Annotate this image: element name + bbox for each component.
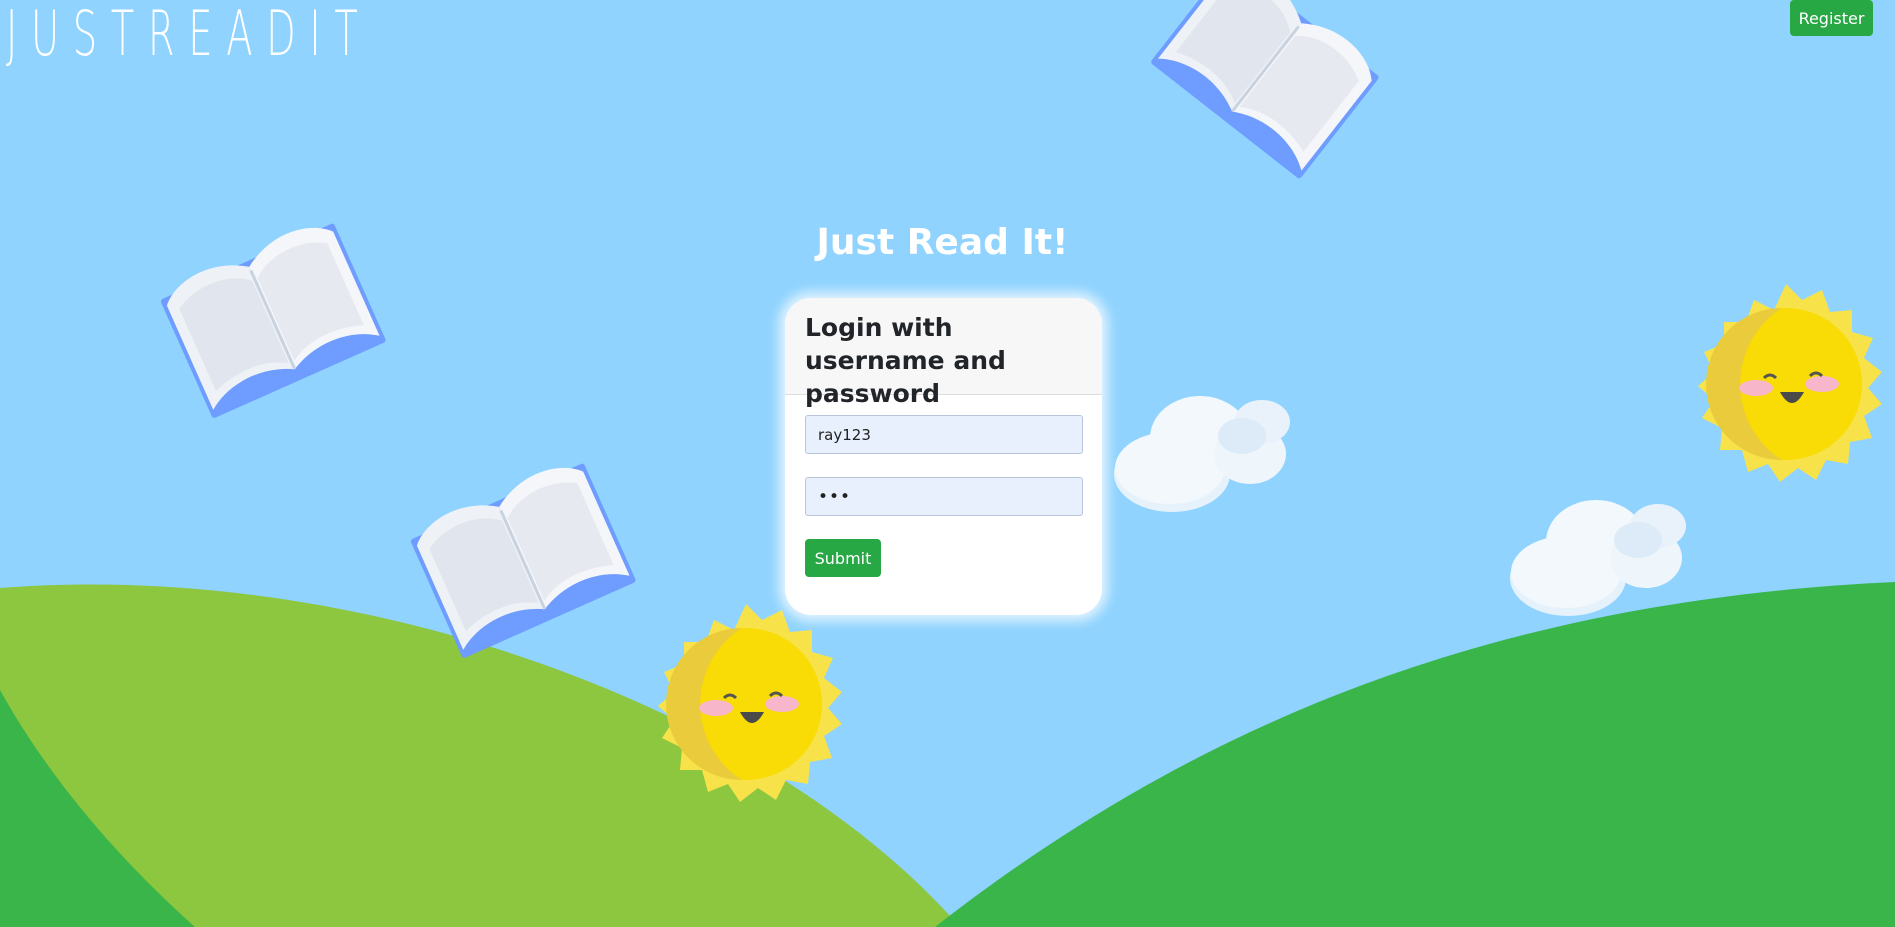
register-button[interactable]: Register [1790,0,1873,36]
username-input[interactable] [805,415,1083,454]
password-input[interactable] [805,477,1083,516]
login-card: Login with username and password Submit [785,298,1102,615]
site-logo[interactable]: JUSTREADIT [6,0,371,70]
login-card-header: Login with username and password [785,298,1102,408]
submit-button[interactable]: Submit [805,539,881,577]
login-form: Submit [785,395,1102,577]
page-title: Just Read It! [816,222,1069,263]
